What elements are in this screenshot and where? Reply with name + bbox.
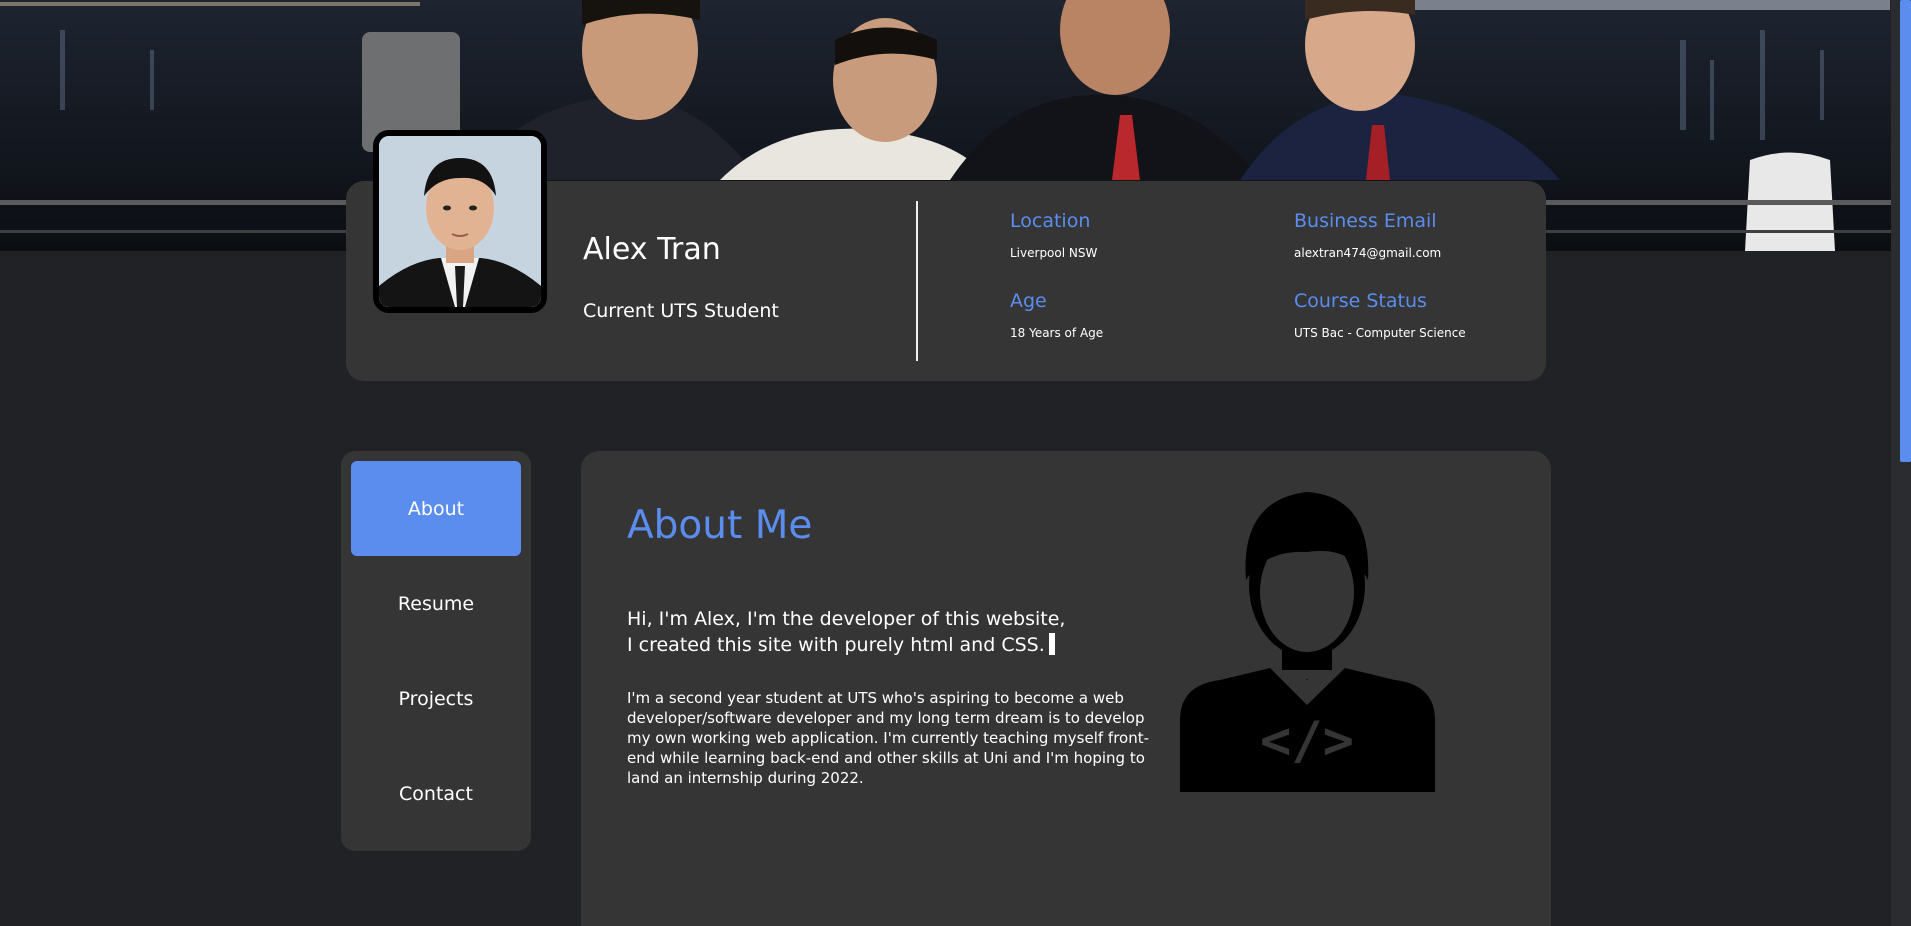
about-title: About Me xyxy=(627,503,813,548)
scrollbar-thumb[interactable] xyxy=(1900,0,1911,462)
nav-item-resume[interactable]: Resume xyxy=(351,556,521,651)
location-label: Location xyxy=(1010,210,1091,232)
developer-code-icon: </> xyxy=(1180,492,1435,792)
email-value: alextran474@gmail.com xyxy=(1294,246,1442,260)
page: Alex Tran Current UTS Student Location L… xyxy=(0,0,1911,926)
svg-text:</>: </> xyxy=(1260,711,1354,771)
age-label: Age xyxy=(1010,290,1047,312)
profile-subtitle: Current UTS Student xyxy=(583,300,779,322)
nav-item-projects[interactable]: Projects xyxy=(351,651,521,746)
profile-photo-icon xyxy=(379,136,541,307)
nav-item-about[interactable]: About xyxy=(351,461,521,556)
profile-divider xyxy=(916,201,918,361)
intro-line-2: I created this site with purely html and… xyxy=(627,634,1045,656)
profile-name: Alex Tran xyxy=(583,232,721,267)
avatar xyxy=(373,130,547,313)
course-label: Course Status xyxy=(1294,290,1427,312)
nav-item-contact[interactable]: Contact xyxy=(351,746,521,841)
intro-line-1: Hi, I'm Alex, I'm the developer of this … xyxy=(627,608,1066,630)
age-value: 18 Years of Age xyxy=(1010,326,1104,340)
about-bio: I'm a second year student at UTS who's a… xyxy=(627,689,1150,787)
course-value: UTS Bac - Computer Science xyxy=(1294,326,1466,340)
text-cursor xyxy=(1048,633,1055,655)
about-intro: Hi, I'm Alex, I'm the developer of this … xyxy=(627,606,1127,658)
location-value: Liverpool NSW xyxy=(1010,246,1098,260)
email-label: Business Email xyxy=(1294,210,1437,232)
